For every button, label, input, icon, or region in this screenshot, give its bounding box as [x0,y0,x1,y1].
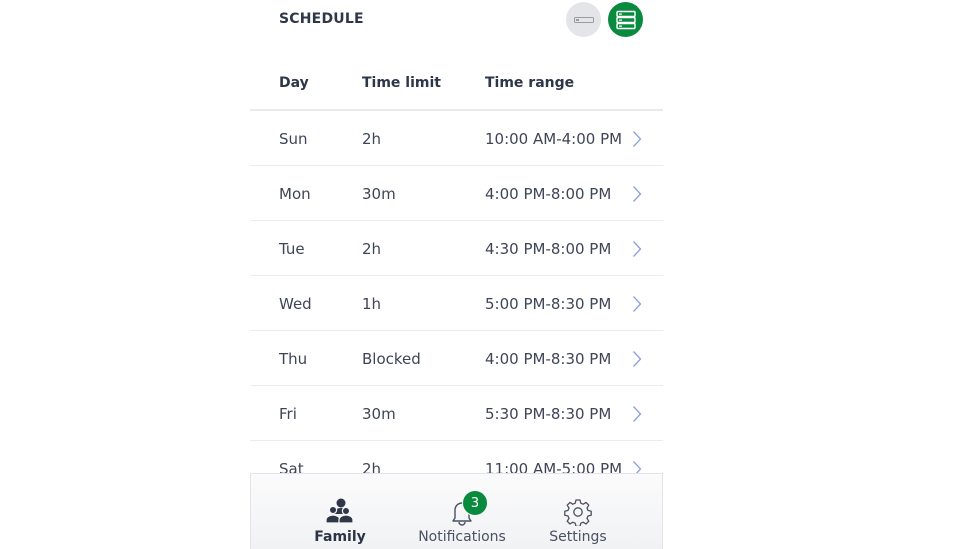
row-time-range: 5:30 PM-8:30 PM [485,405,612,423]
schedule-row-sun[interactable]: Sun 2h 10:00 AM-4:00 PM [250,111,663,166]
schedule-row-thu[interactable]: Thu Blocked 4:00 PM-8:30 PM [250,331,663,386]
row-time-limit: 2h [362,130,382,148]
row-time-range: 4:30 PM-8:00 PM [485,240,612,258]
compact-view-button[interactable] [566,2,601,37]
row-day: Fri [279,405,297,423]
chevron-right-icon[interactable] [632,350,642,368]
row-time-range: 10:00 AM-4:00 PM [485,130,623,148]
row-time-range: 4:00 PM-8:00 PM [485,185,612,203]
expanded-view-button[interactable] [608,2,643,37]
column-header-time-range: Time range [485,75,575,91]
nav-item-family[interactable]: Family [314,474,366,549]
bottom-nav: Family 3 Notifications Settings [250,473,663,549]
nav-item-settings[interactable]: Settings [543,474,613,549]
chevron-right-icon[interactable] [632,185,642,203]
row-time-limit: Blocked [362,350,421,368]
chevron-right-icon[interactable] [632,240,642,258]
schedule-row-fri[interactable]: Fri 30m 5:30 PM-8:30 PM [250,386,663,441]
row-time-limit: 1h [362,295,382,313]
nav-label-family: Family [314,529,366,545]
row-time-limit: 2h [362,240,382,258]
column-header-time-limit: Time limit [362,75,441,91]
schedule-panel: SCHEDULE Day Time limit Time range Sun 2h… [250,0,663,549]
nav-label-settings: Settings [549,529,607,545]
row-day: Tue [279,240,305,258]
row-time-range: 4:00 PM-8:30 PM [485,350,612,368]
notification-badge: 3 [462,490,488,516]
chevron-right-icon[interactable] [632,295,642,313]
row-day: Sun [279,130,308,148]
row-time-limit: 30m [362,185,396,203]
expanded-list-icon [615,10,636,29]
schedule-row-mon[interactable]: Mon 30m 4:00 PM-8:00 PM [250,166,663,221]
schedule-title: SCHEDULE [279,11,364,27]
schedule-header: SCHEDULE [250,0,663,40]
family-icon [325,498,354,524]
chevron-right-icon[interactable] [632,405,642,423]
column-header-day: Day [279,75,309,91]
row-day: Thu [279,350,308,368]
schedule-rows: Sun 2h 10:00 AM-4:00 PM Mon 30m 4:00 PM-8:00 … [250,111,663,496]
row-day: Mon [279,185,311,203]
row-time-range: 5:00 PM-8:30 PM [485,295,612,313]
schedule-row-tue[interactable]: Tue 2h 4:30 PM-8:00 PM [250,221,663,276]
column-headers: Day Time limit Time range [250,65,663,111]
nav-item-notifications[interactable]: 3 Notifications [417,474,507,549]
gear-icon [564,499,592,526]
chevron-right-icon[interactable] [632,130,642,148]
row-time-limit: 30m [362,405,396,423]
compact-view-icon [573,16,594,23]
schedule-row-wed[interactable]: Wed 1h 5:00 PM-8:30 PM [250,276,663,331]
row-day: Wed [279,295,312,313]
nav-label-notifications: Notifications [418,529,506,545]
